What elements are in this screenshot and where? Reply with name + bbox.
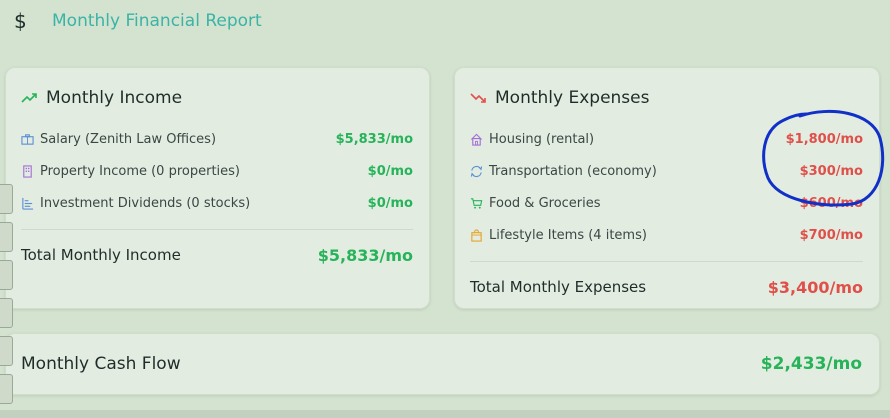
expense-item-food: Food & Groceries $600/mo [470,187,863,219]
expenses-total-label: Total Monthly Expenses [470,278,647,296]
expense-item-label: Lifestyle Items (4 items) [489,227,647,243]
expense-item-label: Housing (rental) [489,131,595,147]
expenses-card-title: Monthly Expenses [495,88,650,108]
trending-down-icon [470,93,486,103]
expense-item-transportation: Transportation (economy) $300/mo [470,155,863,187]
expense-item-label: Transportation (economy) [489,163,657,179]
income-item-property: Property Income (0 properties) $0/mo [21,155,413,187]
income-total-row: Total Monthly Income $5,833/mo [21,230,413,280]
expense-item-lifestyle: Lifestyle Items (4 items) $700/mo [470,219,863,251]
dollar-icon: $ [14,9,27,33]
expenses-total-row: Total Monthly Expenses $3,400/mo [470,262,863,312]
income-item-dividends: Investment Dividends (0 stocks) $0/mo [21,187,413,219]
building-icon [23,164,32,178]
side-tab[interactable] [0,374,13,404]
bar-chart-icon [22,197,34,210]
monthly-cash-flow-card: Monthly Cash Flow $2,433/mo [5,333,880,395]
income-item-label: Salary (Zenith Law Offices) [40,131,217,147]
cash-flow-label: Monthly Cash Flow [21,354,181,374]
bottom-panel-edge [0,410,890,418]
expenses-card-header: Monthly Expenses [470,88,649,108]
page-title: Monthly Financial Report [52,11,262,31]
cash-flow-value: $2,433/mo [760,354,862,374]
side-tab[interactable] [0,222,13,252]
page-header: $ Monthly Financial Report [14,8,262,34]
expense-item-value: $600/mo [799,195,863,211]
refresh-icon [470,165,483,177]
expenses-total-value: $3,400/mo [767,277,863,297]
shopping-bag-icon [471,228,482,242]
income-card-title: Monthly Income [46,88,183,108]
expense-item-value: $300/mo [799,163,863,179]
briefcase-icon [21,133,34,145]
expense-item-value: $1,800/mo [785,131,863,147]
expenses-list: Housing (rental) $1,800/mo Transportatio… [470,123,863,312]
expense-item-label: Food & Groceries [489,195,601,211]
income-card-header: Monthly Income [21,88,182,108]
expense-item-housing: Housing (rental) $1,800/mo [470,123,863,155]
income-total-label: Total Monthly Income [21,246,181,264]
trending-up-icon [21,93,37,103]
income-item-value: $0/mo [367,195,413,211]
side-tab[interactable] [0,336,13,366]
income-item-label: Property Income (0 properties) [40,163,240,179]
income-total-value: $5,833/mo [317,245,413,265]
side-tab[interactable] [0,184,13,214]
income-item-value: $0/mo [367,163,413,179]
financial-report-page: $ Monthly Financial Report Monthly Incom… [0,0,890,418]
side-tab[interactable] [0,298,13,328]
cart-icon [470,197,483,209]
income-item-value: $5,833/mo [335,131,413,147]
income-item-salary: Salary (Zenith Law Offices) $5,833/mo [21,123,413,155]
side-tab[interactable] [0,260,13,290]
expense-item-value: $700/mo [799,227,863,243]
income-list: Salary (Zenith Law Offices) $5,833/mo Pr… [21,123,413,280]
monthly-expenses-card: Monthly Expenses Housing (rental) $1,800… [454,67,880,309]
income-item-label: Investment Dividends (0 stocks) [40,195,251,211]
monthly-income-card: Monthly Income Salary (Zenith Law Office… [5,67,430,309]
house-icon [470,133,483,146]
